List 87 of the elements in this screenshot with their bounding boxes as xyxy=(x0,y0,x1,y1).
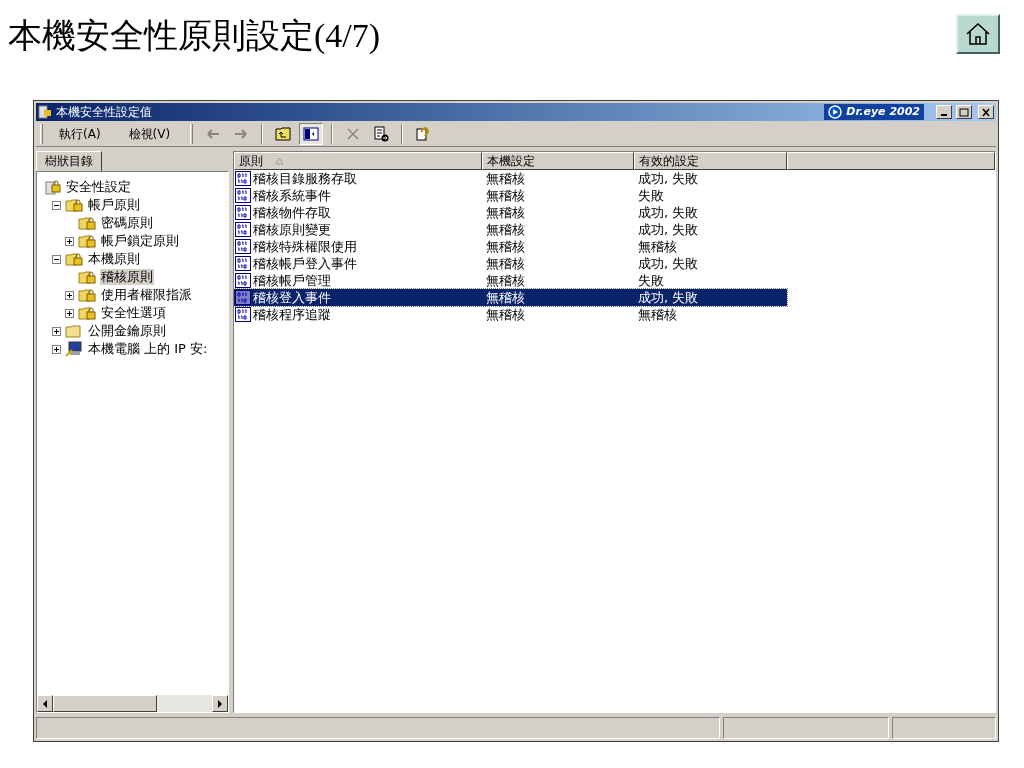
column-header[interactable] xyxy=(787,152,995,170)
table-cell-text: 無稽核 xyxy=(485,255,526,272)
table-cell-text: 成功, 失敗 xyxy=(637,204,700,221)
column-header[interactable]: 有效的設定 xyxy=(634,152,787,170)
table-cell: 稽核原則變更 xyxy=(253,221,331,238)
expand-icon[interactable] xyxy=(65,236,74,246)
table-cell-text: 成功, 失敗 xyxy=(637,255,700,272)
minimize-icon[interactable] xyxy=(936,105,952,119)
table-row[interactable]: 稽核物件存取 無稽核 成功, 失敗 xyxy=(234,204,787,221)
tree-item[interactable]: 安全性選項 xyxy=(100,305,167,321)
collapse-icon[interactable] xyxy=(52,254,61,264)
table-cell-text: 無稽核 xyxy=(485,272,526,289)
locked-folder-icon xyxy=(65,251,83,267)
table-cell: 稽核目錄服務存取 xyxy=(253,170,357,187)
table-cell-text: 失敗 xyxy=(637,272,665,289)
table-row[interactable]: 稽核登入事件 無稽核 成功, 失敗 xyxy=(234,289,787,306)
table-row[interactable]: 稽核目錄服務存取 無稽核 成功, 失敗 xyxy=(234,170,787,187)
tree-item[interactable]: 使用者權限指派 xyxy=(100,287,193,303)
scroll-left-icon[interactable] xyxy=(37,695,53,712)
maximize-icon[interactable] xyxy=(956,105,972,119)
close-icon[interactable] xyxy=(978,105,994,119)
collapse-icon[interactable] xyxy=(52,200,61,210)
expand-icon[interactable] xyxy=(65,308,74,318)
table-row[interactable]: 稽核帳戶管理 無稽核 失敗 xyxy=(234,272,787,289)
table-cell: 稽核登入事件 xyxy=(253,289,331,306)
dreye-badge: Dr.eye 2002 xyxy=(824,104,924,120)
menu-item[interactable]: 檢視(V) xyxy=(116,124,183,143)
tree-item[interactable]: 本機原則 xyxy=(87,251,141,267)
locked-folder-icon xyxy=(78,287,96,303)
home-icon xyxy=(965,22,991,46)
window-title: 本機安全性設定值 xyxy=(56,104,153,120)
table-row[interactable]: 稽核系統事件 無稽核 失敗 xyxy=(234,187,787,204)
table-cell: 稽核帳戶管理 xyxy=(253,272,331,289)
table-cell-text: 無稽核 xyxy=(637,306,678,323)
table-cell: 稽核系統事件 xyxy=(253,187,331,204)
scroll-right-icon[interactable] xyxy=(212,695,228,712)
table-cell-text: 無稽核 xyxy=(485,289,526,306)
table-cell-text: 無稽核 xyxy=(485,170,526,187)
tree-pane-icon[interactable] xyxy=(299,122,324,145)
tree-item[interactable]: 密碼原則 xyxy=(100,215,154,231)
folder-icon xyxy=(65,323,83,339)
table-cell-text: 無稽核 xyxy=(485,221,526,238)
table-cell: 稽核物件存取 xyxy=(253,204,331,221)
table-cell-text: 成功, 失敗 xyxy=(637,221,700,238)
home-button[interactable] xyxy=(956,14,1000,54)
table-cell-text: 無稽核 xyxy=(637,238,678,255)
table-cell-text: 成功, 失敗 xyxy=(637,170,700,187)
table-cell: 稽核程序追蹤 xyxy=(253,306,331,323)
security-policy-icon xyxy=(45,179,61,195)
table-cell-text: 無稽核 xyxy=(485,238,526,255)
slide-title: 本機安全性原則設定(4/7) xyxy=(8,16,381,56)
column-header[interactable]: 原則 xyxy=(234,152,482,170)
locked-folder-icon xyxy=(78,269,96,285)
table-row[interactable]: 稽核特殊權限使用 無稽核 無稽核 xyxy=(234,238,787,255)
locked-folder-icon xyxy=(65,197,83,213)
locked-folder-icon xyxy=(78,305,96,321)
menu-item[interactable]: 執行(A) xyxy=(47,124,113,143)
tree-tab[interactable]: 樹狀目錄 xyxy=(36,151,102,171)
expand-icon[interactable] xyxy=(52,344,61,354)
scroll-thumb[interactable] xyxy=(53,695,157,712)
table-row[interactable]: 稽核帳戶登入事件 無稽核 成功, 失敗 xyxy=(234,255,787,272)
table-cell: 稽核帳戶登入事件 xyxy=(253,255,357,272)
horizontal-scrollbar[interactable] xyxy=(37,695,228,712)
window-app-icon xyxy=(38,105,52,119)
tree-item[interactable]: 公開金鑰原則 xyxy=(87,323,167,339)
table-row[interactable]: 稽核原則變更 無稽核 成功, 失敗 xyxy=(234,221,787,238)
locked-folder-icon xyxy=(78,215,96,231)
tree-item[interactable]: 帳戶原則 xyxy=(87,197,141,213)
sort-arrow-icon xyxy=(275,157,284,165)
table-cell-text: 無稽核 xyxy=(485,204,526,221)
column-header[interactable]: 本機設定 xyxy=(482,152,634,170)
expand-icon[interactable] xyxy=(65,290,74,300)
expand-icon[interactable] xyxy=(52,326,61,336)
tree-item[interactable]: 安全性設定 xyxy=(65,179,132,195)
table-row[interactable]: 稽核程序追蹤 無稽核 無稽核 xyxy=(234,306,787,323)
computer-key-icon xyxy=(65,341,83,357)
table-cell-text: 無稽核 xyxy=(485,306,526,323)
table-cell-text: 成功, 失敗 xyxy=(637,289,700,306)
audit-policy-icon xyxy=(235,290,251,305)
locked-folder-icon xyxy=(78,233,96,249)
play-circle-icon xyxy=(828,105,843,119)
table-cell-text: 失敗 xyxy=(637,187,665,204)
tree-item[interactable]: 帳戶鎖定原則 xyxy=(100,233,180,249)
table-cell: 稽核特殊權限使用 xyxy=(253,238,357,255)
tree-item[interactable]: 本機電腦 上的 IP 安: xyxy=(87,341,209,357)
table-cell-text: 無稽核 xyxy=(485,187,526,204)
tree-item[interactable]: 稽核原則 xyxy=(100,269,154,285)
